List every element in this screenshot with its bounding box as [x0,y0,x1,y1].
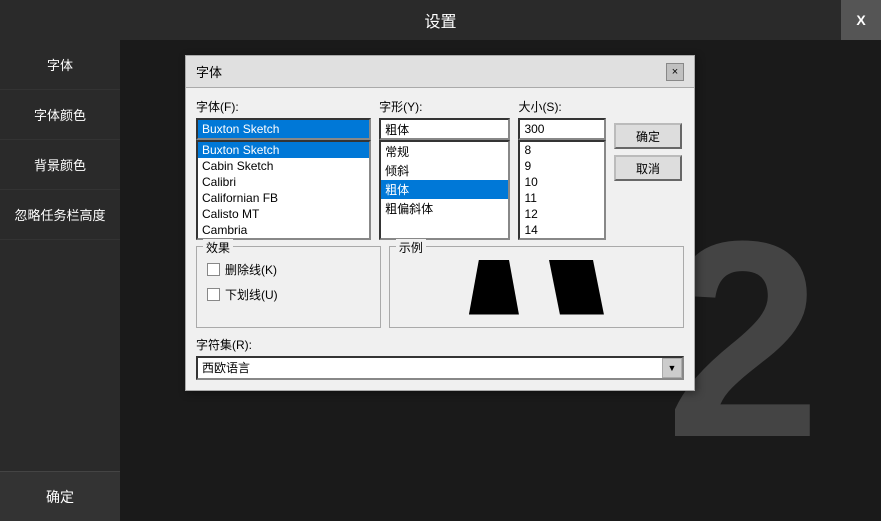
preview-shape-2 [549,260,604,315]
font-listbox[interactable]: Buxton Sketch Cabin Sketch Calibri Calif… [196,140,371,240]
preview-box: 示例 [389,246,684,328]
listbox-item[interactable]: 11 [520,190,604,206]
charset-wrapper: 西欧语言 Unicode 中文(简体) ▼ [196,356,684,380]
sidebar-item-bg-color[interactable]: 背景颜色 [0,140,120,190]
preview-shape-1 [469,260,519,315]
style-column: 字形(Y): 常规 倾斜 粗体 粗偏斜体 [379,98,510,240]
effects-box: 效果 删除线(K) 下划线(U) [196,246,381,328]
dialog-title-bar: 字体 × [186,56,694,88]
app-title-bar: 设置 X [0,0,881,40]
font-name-input[interactable] [196,118,371,140]
listbox-item[interactable]: 粗体 [381,180,508,199]
button-column: 确定 取消 [614,98,684,181]
dialog-close-button[interactable]: × [666,63,684,81]
listbox-item[interactable]: 倾斜 [381,161,508,180]
listbox-item[interactable]: 12 [520,206,604,222]
font-column-label: 字体(F): [196,98,371,115]
font-style-input[interactable] [379,118,510,140]
sidebar: 字体 字体颜色 背景颜色 忽略任务栏高度 确定 [0,40,120,521]
preview-content [390,247,683,327]
preview-legend: 示例 [396,239,426,256]
dialog-body: 字体(F): Buxton Sketch Cabin Sketch Calibr… [186,88,694,390]
strikethrough-checkbox[interactable] [207,263,220,276]
charset-row: 字符集(R): 西欧语言 Unicode 中文(简体) ▼ [196,336,684,380]
listbox-item[interactable]: 8 [520,142,604,158]
strikethrough-label: 删除线(K) [225,261,277,278]
sidebar-item-taskbar[interactable]: 忽略任务栏高度 [0,190,120,240]
effects-legend: 效果 [203,239,233,256]
sidebar-item-font[interactable]: 字体 [0,40,120,90]
style-listbox[interactable]: 常规 倾斜 粗体 粗偏斜体 [379,140,510,240]
strikethrough-item[interactable]: 删除线(K) [207,261,370,278]
underline-item[interactable]: 下划线(U) [207,286,370,303]
underline-checkbox[interactable] [207,288,220,301]
font-dialog: 字体 × 字体(F): Buxton Sketch Cabin Sketch C… [185,55,695,391]
font-size-input[interactable] [518,118,606,140]
charset-label: 字符集(R): [196,336,684,353]
font-columns-row: 字体(F): Buxton Sketch Cabin Sketch Calibr… [196,98,684,240]
listbox-item[interactable]: Californian FB [198,190,369,206]
listbox-item[interactable]: 粗偏斜体 [381,199,508,218]
listbox-item[interactable]: Buxton Sketch [198,142,369,158]
bottom-section: 效果 删除线(K) 下划线(U) 示例 [196,246,684,328]
sidebar-item-font-color[interactable]: 字体颜色 [0,90,120,140]
dialog-title: 字体 [196,62,222,81]
size-column-label: 大小(S): [518,98,606,115]
size-listbox[interactable]: 8 9 10 11 12 14 16 [518,140,606,240]
listbox-item[interactable]: Calisto MT [198,206,369,222]
listbox-item[interactable]: 14 [520,222,604,238]
charset-select[interactable]: 西欧语言 Unicode 中文(简体) [196,356,684,380]
font-column: 字体(F): Buxton Sketch Cabin Sketch Calibr… [196,98,371,240]
style-column-label: 字形(Y): [379,98,510,115]
sidebar-spacer [0,240,120,471]
cancel-button[interactable]: 取消 [614,155,682,181]
listbox-item[interactable]: Calibri [198,174,369,190]
listbox-item[interactable]: Cambria [198,222,369,238]
underline-label: 下划线(U) [225,286,278,303]
listbox-item[interactable]: 10 [520,174,604,190]
app-title: 设置 [424,8,456,32]
listbox-item[interactable]: 16 [520,238,604,240]
size-column: 大小(S): 8 9 10 11 12 14 16 [518,98,606,240]
listbox-item[interactable]: Cabin Sketch [198,158,369,174]
app-close-button[interactable]: X [841,0,881,40]
listbox-item[interactable]: 常规 [381,142,508,161]
listbox-item[interactable]: 9 [520,158,604,174]
sidebar-confirm-button[interactable]: 确定 [0,471,120,521]
confirm-button[interactable]: 确定 [614,123,682,149]
